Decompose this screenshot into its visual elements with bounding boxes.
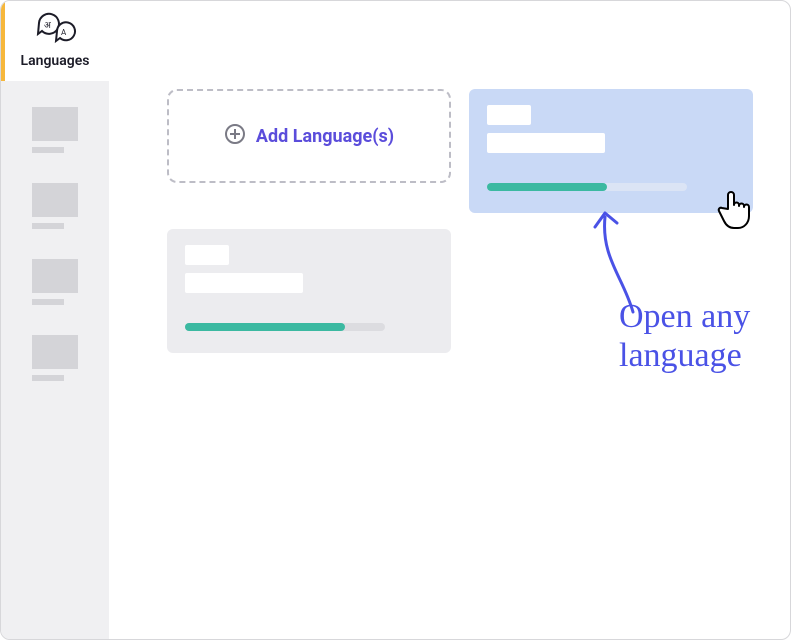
language-card[interactable] [167, 229, 451, 353]
placeholder-label [32, 299, 64, 305]
arrow-annotation-icon [583, 207, 653, 321]
tab-label: Languages [1, 53, 109, 69]
placeholder-label [32, 375, 64, 381]
placeholder-icon [32, 335, 78, 369]
sidebar-item[interactable] [32, 107, 78, 153]
plus-circle-icon [224, 123, 246, 149]
add-language-label: Add Language(s) [256, 126, 394, 147]
content-area: Add Language(s) Open any language [109, 1, 790, 639]
sidebar-item[interactable] [32, 259, 78, 305]
languages-icon: अ A [33, 30, 77, 49]
placeholder-icon [32, 107, 78, 141]
svg-text:A: A [61, 28, 67, 37]
tab-indicator [1, 1, 5, 81]
app-frame: अ A Languages Add Language(s) [0, 0, 791, 640]
cursor-pointer-icon [715, 187, 755, 235]
svg-text:अ: अ [44, 21, 52, 31]
placeholder-flag [487, 105, 531, 125]
placeholder-name [487, 133, 605, 153]
placeholder-flag [185, 245, 229, 265]
sidebar-item[interactable] [32, 335, 78, 381]
language-card-highlighted[interactable] [469, 89, 753, 213]
sidebar-item[interactable] [32, 183, 78, 229]
placeholder-label [32, 147, 64, 153]
placeholder-icon [32, 259, 78, 293]
progress-fill [185, 323, 345, 331]
tab-languages[interactable]: अ A Languages [1, 1, 109, 81]
placeholder-label [32, 223, 64, 229]
add-language-card[interactable]: Add Language(s) [167, 89, 451, 183]
sidebar [1, 1, 109, 639]
progress-fill [487, 183, 607, 191]
placeholder-name [185, 273, 303, 293]
placeholder-icon [32, 183, 78, 217]
